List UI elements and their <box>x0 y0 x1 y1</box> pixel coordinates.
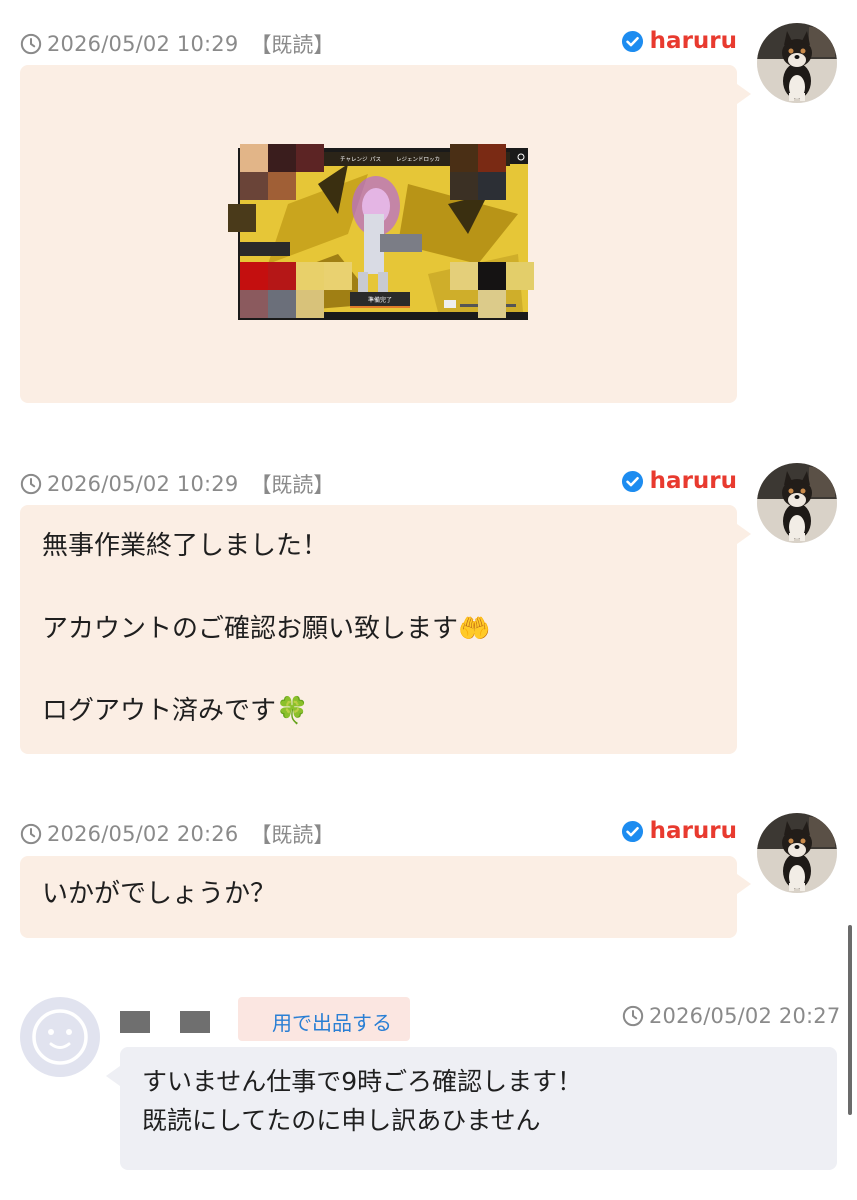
bubble-tail <box>737 874 751 894</box>
shiba-dog-avatar <box>757 463 837 543</box>
mosaic-block <box>296 262 324 290</box>
sender-name[interactable]: haruru <box>621 28 737 54</box>
shiba-dog-avatar <box>757 813 837 893</box>
sender-tag[interactable]: 用で出品する <box>238 997 410 1041</box>
default-face-avatar <box>32 1009 88 1065</box>
read-status: 【既読】 <box>250 33 335 57</box>
mosaic-block <box>478 144 506 172</box>
avatar[interactable] <box>20 997 100 1077</box>
clock-icon <box>20 823 42 845</box>
timestamp: 2026/05/02 10:29 <box>47 472 239 496</box>
mosaic-block <box>240 262 268 290</box>
timestamp: 2026/05/02 20:27 <box>649 1004 841 1028</box>
message-text-line: ログアウト済みです🍀 <box>42 696 309 727</box>
mosaic-block <box>268 262 296 290</box>
attached-screenshot-image[interactable]: 準備完了 チャレンジ パス レジェンドロッカ <box>228 144 534 320</box>
game-tab-legend: レジェンドロッカ <box>396 156 440 163</box>
message-text-line: いかがでしょうか？ <box>42 879 277 909</box>
sender-label: haruru <box>649 28 737 54</box>
message-meta: 2026/05/02 20:27 <box>622 1004 840 1028</box>
read-status: 【既読】 <box>250 823 335 847</box>
mosaic-block <box>478 172 506 200</box>
mosaic-block <box>478 290 506 318</box>
message-text-line: 既読にしてたのに申し訳あひません <box>142 1105 541 1135</box>
clock-icon <box>622 1005 644 1027</box>
sender-label: haruru <box>649 818 737 844</box>
message-meta: 2026/05/02 20:26 【既読】 <box>20 819 334 849</box>
avatar[interactable] <box>757 813 837 893</box>
mosaic-block <box>240 144 268 172</box>
clover-emoji: 🍀 <box>276 696 309 727</box>
open-hands-emoji: 🤲 <box>458 613 491 644</box>
mosaic-block <box>450 144 478 172</box>
game-tab-challenge: チャレンジ <box>340 156 368 163</box>
bubble-tail <box>106 1066 120 1086</box>
mosaic-block <box>506 262 534 290</box>
avatar[interactable] <box>757 23 837 103</box>
message-text-line: すいません仕事で9時ごろ確認します！ <box>142 1067 583 1096</box>
avatar[interactable] <box>757 463 837 543</box>
message-meta: 2026/05/02 10:29 【既読】 <box>20 469 334 499</box>
mosaic-block <box>228 204 256 232</box>
mosaic-block <box>240 172 268 200</box>
bubble-tail <box>737 84 751 104</box>
mosaic-block <box>450 262 478 290</box>
mosaic-block <box>296 290 324 318</box>
clock-icon <box>20 473 42 495</box>
sender-name[interactable]: haruru <box>621 468 737 494</box>
read-status: 【既読】 <box>250 473 335 497</box>
message-bubble: 無事作業終了しました！ アカウントのご確認お願い致します🤲 ログアウト済みです🍀 <box>20 505 737 754</box>
sender-label: haruru <box>649 468 737 494</box>
mosaic-block <box>240 290 268 318</box>
bubble-tail <box>737 524 751 544</box>
sender-tag-label: 用で出品する <box>272 1011 392 1035</box>
shiba-dog-avatar <box>757 23 837 103</box>
mosaic-block <box>478 262 506 290</box>
ready-button-label: 準備完了 <box>368 296 392 304</box>
mosaic-block <box>268 290 296 318</box>
timestamp: 2026/05/02 10:29 <box>47 32 239 56</box>
mosaic-block <box>296 144 324 172</box>
message-text-line: 無事作業終了しました！ <box>42 531 329 561</box>
verified-check-icon <box>621 470 644 493</box>
mosaic-block <box>268 144 296 172</box>
game-tab-pass: パス <box>370 156 381 163</box>
message-text-line: アカウントのご確認お願い致します🤲 <box>42 613 491 644</box>
message-bubble: いかがでしょうか？ <box>20 856 737 938</box>
scrollbar[interactable] <box>848 925 852 1115</box>
mosaic-block <box>268 172 296 200</box>
clock-icon <box>20 33 42 55</box>
mosaic-block <box>450 172 478 200</box>
sender-name[interactable]: haruru <box>621 818 737 844</box>
mosaic-block <box>324 262 352 290</box>
message-meta: 2026/05/02 10:29 【既読】 <box>20 29 334 59</box>
verified-check-icon <box>621 30 644 53</box>
verified-check-icon <box>621 820 644 843</box>
redacted-name-block <box>180 1011 210 1033</box>
timestamp: 2026/05/02 20:26 <box>47 822 239 846</box>
redacted-name-block <box>120 1011 150 1033</box>
message-bubble: すいません仕事で9時ごろ確認します！ 既読にしてたのに申し訳あひません <box>120 1047 837 1170</box>
